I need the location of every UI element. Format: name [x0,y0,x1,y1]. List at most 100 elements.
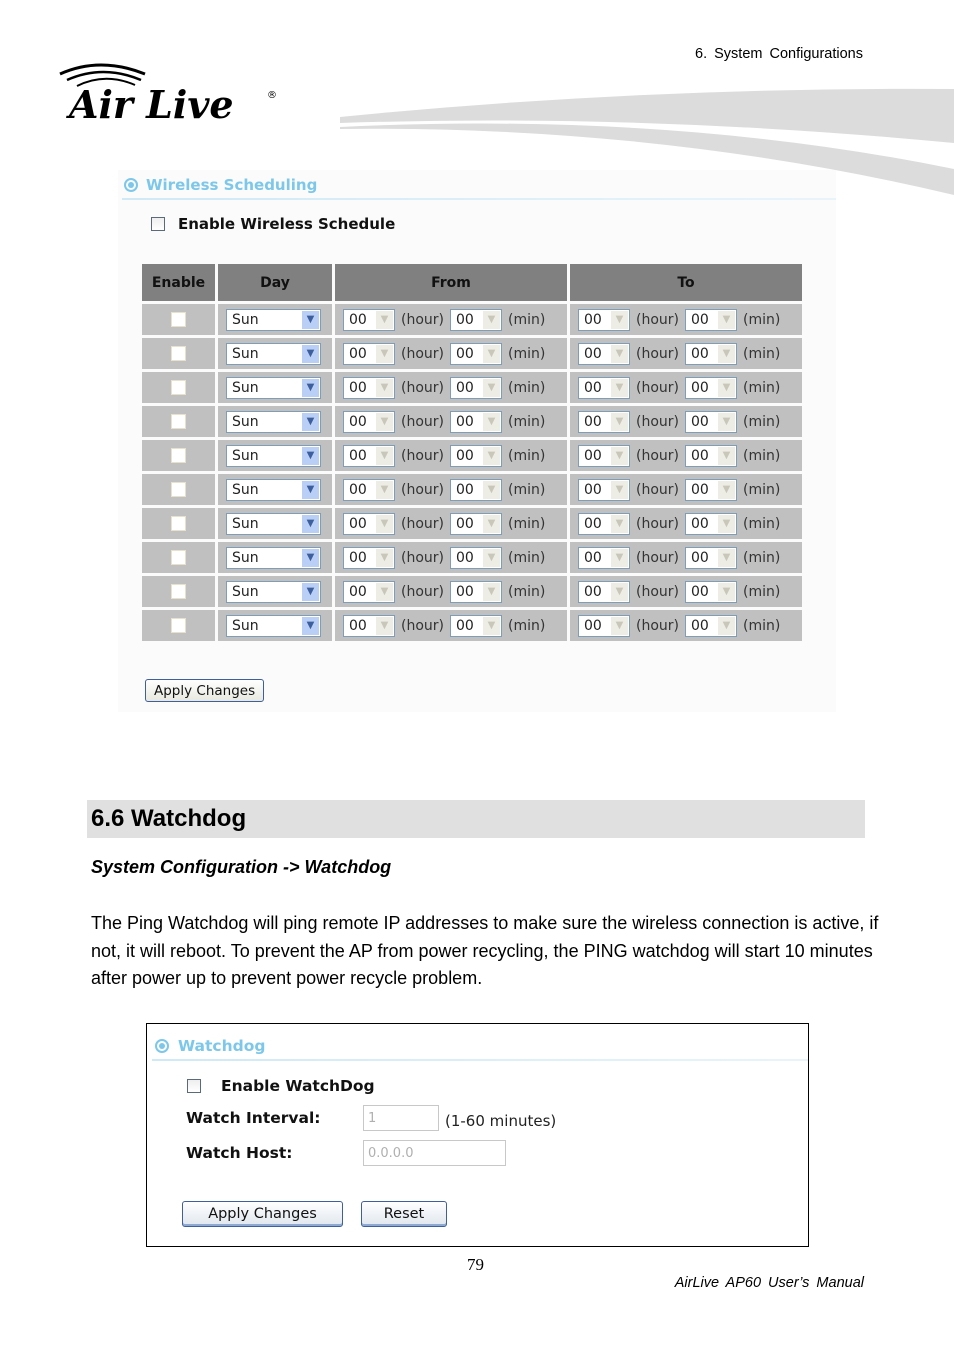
day-select[interactable]: Sun ▼ [226,308,321,331]
row-enable-checkbox[interactable] [171,414,186,429]
from-min-select[interactable]: 00 ▼ [450,478,502,501]
apply-changes-button[interactable]: Apply Changes [145,679,265,702]
from-min-select[interactable]: 00 ▼ [450,444,502,467]
column-header-enable: Enable [142,264,215,301]
to-hour-select[interactable]: 00 ▼ [578,342,630,365]
from-hour-select[interactable]: 00 ▼ [343,410,395,433]
chevron-down-icon: ▼ [302,514,319,533]
schedule-row: Sun ▼ 00 ▼ (hour) 00 ▼ (min) 00 ▼ (hour) 00 ▼ (min) [142,576,802,607]
row-enable-checkbox[interactable] [171,346,186,361]
to-min-select[interactable]: 00 ▼ [685,410,737,433]
from-hour-select[interactable]: 00 ▼ [343,614,395,637]
from-hour-select[interactable]: 00 ▼ [343,308,395,331]
day-select[interactable]: Sun ▼ [226,580,321,603]
to-hour-select[interactable]: 00 ▼ [578,410,630,433]
hour-unit-label: (hour) [401,311,444,328]
from-min-value: 00 [456,583,474,600]
chevron-down-icon: ▼ [718,548,735,567]
min-unit-label: (min) [743,379,781,396]
day-select[interactable]: Sun ▼ [226,410,321,433]
schedule-row: Sun ▼ 00 ▼ (hour) 00 ▼ (min) 00 ▼ (hour) 00 ▼ (min) [142,508,802,539]
to-min-select[interactable]: 00 ▼ [685,444,737,467]
chevron-down-icon: ▼ [611,446,628,465]
to-min-select[interactable]: 00 ▼ [685,478,737,501]
from-hour-select[interactable]: 00 ▼ [343,580,395,603]
to-hour-select[interactable]: 00 ▼ [578,512,630,535]
from-min-select[interactable]: 00 ▼ [450,376,502,399]
enable-watchdog-checkbox[interactable] [187,1079,201,1093]
title-divider [152,1059,808,1061]
row-enable-checkbox[interactable] [171,448,186,463]
row-enable-checkbox[interactable] [171,312,186,327]
to-min-select[interactable]: 00 ▼ [685,614,737,637]
reset-button[interactable]: Reset [361,1201,447,1227]
day-select[interactable]: Sun ▼ [226,376,321,399]
day-value: Sun [232,413,259,430]
to-hour-select[interactable]: 00 ▼ [578,308,630,331]
chevron-down-icon: ▼ [611,548,628,567]
chevron-down-icon: ▼ [611,514,628,533]
to-min-select[interactable]: 00 ▼ [685,512,737,535]
day-select[interactable]: Sun ▼ [226,444,321,467]
day-select[interactable]: Sun ▼ [226,342,321,365]
from-min-select[interactable]: 00 ▼ [450,342,502,365]
day-select[interactable]: Sun ▼ [226,546,321,569]
hour-unit-label: (hour) [401,447,444,464]
from-hour-select[interactable]: 00 ▼ [343,376,395,399]
to-hour-select[interactable]: 00 ▼ [578,546,630,569]
from-min-select[interactable]: 00 ▼ [450,410,502,433]
to-min-select[interactable]: 00 ▼ [685,580,737,603]
to-hour-select[interactable]: 00 ▼ [578,444,630,467]
row-enable-checkbox[interactable] [171,618,186,633]
to-min-select[interactable]: 00 ▼ [685,342,737,365]
row-enable-checkbox[interactable] [171,516,186,531]
day-select[interactable]: Sun ▼ [226,614,321,637]
to-hour-value: 00 [584,583,602,600]
min-unit-label: (min) [743,345,781,362]
hour-unit-label: (hour) [401,617,444,634]
row-enable-checkbox[interactable] [171,482,186,497]
watch-host-input[interactable] [363,1140,506,1166]
from-min-select[interactable]: 00 ▼ [450,546,502,569]
row-enable-checkbox[interactable] [171,584,186,599]
from-min-select[interactable]: 00 ▼ [450,308,502,331]
day-value: Sun [232,379,259,396]
schedule-row: Sun ▼ 00 ▼ (hour) 00 ▼ (min) 00 ▼ (hour) 00 ▼ (min) [142,610,802,641]
airlive-logo: Air Live ® [59,63,277,122]
to-hour-select[interactable]: 00 ▼ [578,580,630,603]
chevron-down-icon: ▼ [483,480,500,499]
row-enable-checkbox[interactable] [171,380,186,395]
from-min-select[interactable]: 00 ▼ [450,580,502,603]
to-cell: 00 ▼ (hour) 00 ▼ (min) [570,406,802,437]
from-hour-select[interactable]: 00 ▼ [343,478,395,501]
min-unit-label: (min) [508,447,546,464]
column-header-to: To [570,264,802,301]
from-hour-select[interactable]: 00 ▼ [343,342,395,365]
to-min-select[interactable]: 00 ▼ [685,376,737,399]
enable-cell [142,372,215,403]
logo-text: Air Live [66,82,234,122]
to-min-select[interactable]: 00 ▼ [685,546,737,569]
chevron-down-icon: ▼ [611,582,628,601]
from-hour-select[interactable]: 00 ▼ [343,546,395,569]
to-hour-select[interactable]: 00 ▼ [578,376,630,399]
wireless-scheduling-header: Wireless Scheduling [124,176,317,194]
enable-wireless-schedule-checkbox[interactable] [151,217,165,231]
day-select[interactable]: Sun ▼ [226,512,321,535]
to-min-value: 00 [691,549,709,566]
chapter-heading: 6. System Configurations [695,46,863,62]
to-hour-select[interactable]: 00 ▼ [578,478,630,501]
to-min-select[interactable]: 00 ▼ [685,308,737,331]
row-enable-checkbox[interactable] [171,550,186,565]
from-hour-select[interactable]: 00 ▼ [343,512,395,535]
from-min-select[interactable]: 00 ▼ [450,512,502,535]
watch-interval-input[interactable] [363,1105,439,1131]
from-min-select[interactable]: 00 ▼ [450,614,502,637]
day-value: Sun [232,515,259,532]
to-cell: 00 ▼ (hour) 00 ▼ (min) [570,508,802,539]
day-select[interactable]: Sun ▼ [226,478,321,501]
to-hour-select[interactable]: 00 ▼ [578,614,630,637]
from-hour-value: 00 [349,549,367,566]
from-hour-select[interactable]: 00 ▼ [343,444,395,467]
apply-changes-button[interactable]: Apply Changes [182,1201,343,1227]
